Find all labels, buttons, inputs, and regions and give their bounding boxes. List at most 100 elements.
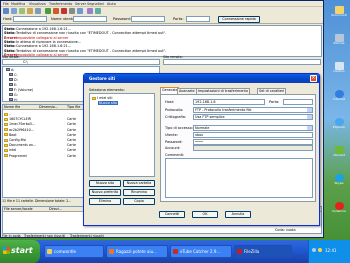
port-input[interactable] [186,16,210,22]
dialog-titlebar[interactable]: Gestore siti × [84,74,319,83]
folder-icon [4,143,8,147]
site-manager-dialog: Gestore siti × Seleziona elemento: I mie… [83,73,320,226]
menu-transfer[interactable]: Trasferimento [49,2,72,6]
tree-item-new-site[interactable]: Nuovo sito [98,101,119,105]
log-toggle-icon[interactable] [11,8,17,14]
logon-type-select[interactable]: Normale [193,125,313,131]
new-site-button[interactable]: Nuovo sito [89,180,121,187]
file-row[interactable]: Documents an... Carte [4,143,89,147]
message-log: Stato:Connessione a 192.168.1.6:21... Sta… [2,25,322,57]
new-bookmark-button[interactable]: Nuovo preferito [89,189,121,196]
tab-successful-transfers[interactable]: Trasferimenti riusciti [70,234,104,238]
account-field[interactable] [193,145,313,151]
comments-label: Commenti: [165,153,185,157]
host-input[interactable] [13,16,47,22]
tree-item-drive[interactable]: A: [6,68,14,72]
file-row[interactable]: 1607CYCLEIR Carte [4,117,89,121]
tree-root-my-sites[interactable]: I miei siti [92,96,112,100]
process-queue-icon[interactable] [53,8,59,14]
browser-icon [109,249,114,254]
protocol-select[interactable]: FTP - Protocollo trasferimento file [193,107,313,113]
col-type[interactable]: Tipo file [67,105,80,109]
tab-queued-files[interactable]: File in coda [2,234,21,238]
col-direction[interactable]: Direzi... [49,207,62,211]
desktop-icon-skype[interactable]: Skype [330,174,348,185]
tree-item-drive[interactable]: H: [9,98,18,101]
file-type: Carte [67,127,76,132]
file-row[interactable]: Programmi Carte [4,154,89,158]
encryption-select[interactable]: Usa FTP semplice [193,114,313,120]
select-entry-label: Seleziona elemento: [89,88,125,92]
host-field[interactable]: 192.168.1.6 [193,99,265,105]
quickconnect-button[interactable]: Connessione rapida [218,16,260,23]
menu-help[interactable]: Aiuto [107,2,116,6]
col-name[interactable]: Nome file [4,105,20,109]
comments-textarea[interactable] [165,158,313,198]
menu-file[interactable]: File [3,2,9,6]
col-server-file[interactable]: File server/locale [4,207,33,211]
local-path-input[interactable]: C:\ [2,59,160,65]
tree-item-drive[interactable]: E: [9,83,17,87]
tree-item-drive[interactable]: G: [9,93,18,97]
copy-button[interactable]: Copia [123,198,155,205]
sync-browse-icon[interactable] [95,8,101,14]
user-input[interactable] [73,16,107,22]
clock: 12:41 [325,248,337,253]
menu-view[interactable]: Visualizza [29,2,46,6]
tree-item-drive[interactable]: C: [9,73,18,77]
queue-status: Coda: vuota [275,228,296,232]
desktop-icon-documents[interactable]: documenti [330,6,348,17]
remote-tree-icon[interactable] [27,8,33,14]
taskbar-item-browser[interactable]: Ragazzi potete aiu... [106,245,168,258]
close-icon[interactable]: × [310,75,317,82]
file-row[interactable]: 1mac7Serbo5... Carte [4,122,89,126]
rename-button[interactable]: Rinomina [123,189,155,196]
volume-icon[interactable] [318,248,322,252]
file-list-header: Nome file Dimensio... Tipo file [3,105,89,110]
ok-button[interactable]: OK [192,211,218,218]
password-input[interactable] [131,16,165,22]
reconnect-icon[interactable] [77,8,83,14]
menu-bookmarks[interactable]: Segnalibri [87,2,104,6]
col-size[interactable]: Dimensio... [39,105,58,109]
connect-button[interactable]: Connetti [159,211,185,218]
filezilla-icon [237,249,242,254]
cancel-icon[interactable] [61,8,67,14]
desktop-icon-utorrent[interactable]: uTorrent [330,146,348,157]
port-label: Porta: [173,17,184,21]
taskbar-item-etube[interactable]: eTube Catcher 2.9... [170,245,232,258]
delete-button[interactable]: Elimina [89,198,121,205]
tree-item-drive[interactable]: D: [9,78,18,82]
compare-icon[interactable] [87,8,93,14]
protocol-label: Protocollo: [165,108,184,112]
desktop-icon-vodafone[interactable]: Vodafone [330,202,348,213]
desktop-icon-recycle-bin[interactable]: Cestino [330,62,348,73]
desktop-icon-my-computer[interactable]: Risorse [330,34,348,45]
remote-path-input[interactable] [163,59,321,65]
desktop-icon-explorer[interactable]: Explorer [330,118,348,129]
port-field[interactable] [283,99,313,105]
file-row[interactable]: .. [4,112,89,116]
file-row[interactable]: Config.Msi Carte [4,138,89,142]
user-field[interactable]: xbox [193,132,313,138]
cancel-button[interactable]: Annulla [225,211,251,218]
tree-toggle-icon[interactable] [19,8,25,14]
taskbar-item-comwordle[interactable]: comwordle [44,245,104,258]
menu-server[interactable]: Server [75,2,86,6]
network-icon[interactable] [312,248,316,252]
queue-toggle-icon[interactable] [35,8,41,14]
disconnect-icon[interactable] [69,8,75,14]
new-folder-button[interactable]: Nuova cartella [123,180,155,187]
tree-item-drive[interactable]: F: (Volume) [9,88,33,92]
file-row[interactable]: Intel Carte [4,148,89,152]
file-row[interactable]: Boot Carte [4,133,89,137]
file-row[interactable]: ac2b2f96410... Carte [4,127,89,132]
refresh-icon[interactable] [45,8,51,14]
desktop-icon-internet[interactable]: Internet [330,90,348,101]
site-manager-icon[interactable] [3,8,9,14]
tab-failed-transfers[interactable]: Trasferimenti non riusciti [24,234,65,238]
drive-icon [9,88,13,91]
taskbar-item-filezilla[interactable]: FileZilla [234,245,292,258]
menu-edit[interactable]: Modifica [11,2,25,6]
start-button[interactable]: start [0,240,40,263]
